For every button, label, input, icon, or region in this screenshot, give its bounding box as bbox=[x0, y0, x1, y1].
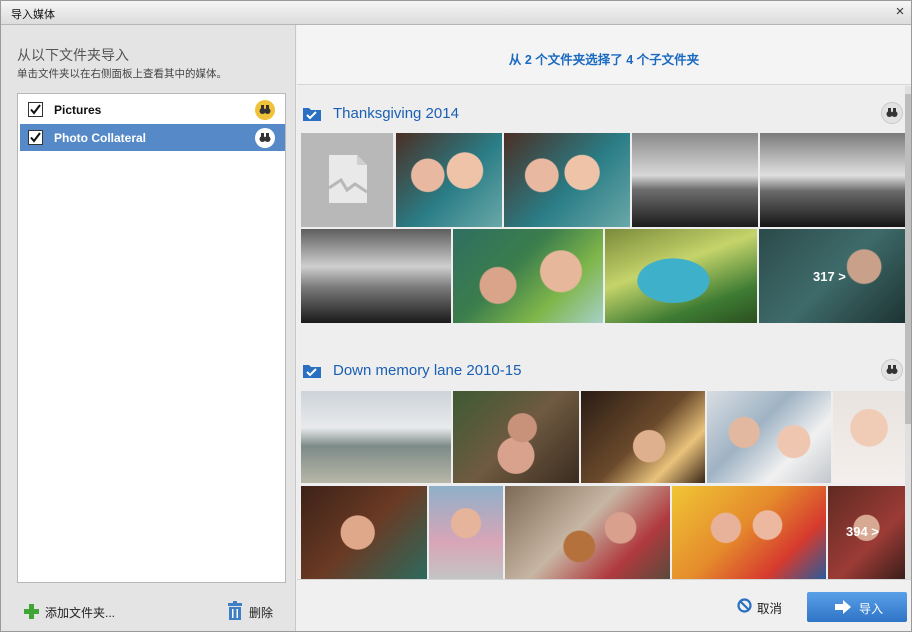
import-arrow-icon bbox=[835, 600, 851, 614]
media-thumbnail[interactable] bbox=[453, 391, 579, 483]
media-thumbnail[interactable] bbox=[429, 486, 503, 579]
media-thumbnail[interactable] bbox=[505, 486, 670, 579]
binoculars-icon[interactable] bbox=[881, 102, 903, 124]
folder-panel: 从以下文件夹导入 单击文件夹以在右侧面板上查看其中的媒体。 Pictures P… bbox=[1, 25, 296, 631]
scrollbar-thumb[interactable] bbox=[905, 94, 911, 424]
trash-icon bbox=[227, 601, 243, 621]
checkbox-checked-icon[interactable] bbox=[28, 102, 43, 117]
media-thumbnail[interactable] bbox=[301, 486, 427, 579]
folder-panel-footer: 添加文件夹... 删除 bbox=[1, 591, 296, 631]
media-thumbnail[interactable] bbox=[707, 391, 831, 483]
broken-image-icon[interactable] bbox=[301, 133, 393, 227]
import-button[interactable]: 导入 bbox=[807, 592, 907, 622]
folder-item-photo-collateral[interactable]: Photo Collateral bbox=[20, 124, 285, 151]
media-thumbnail[interactable] bbox=[581, 391, 705, 483]
folder-panel-hint: 单击文件夹以在右侧面板上查看其中的媒体。 bbox=[17, 68, 227, 80]
binoculars-icon[interactable] bbox=[255, 128, 275, 148]
cancel-button[interactable]: 取消 bbox=[737, 596, 799, 618]
media-thumbnail[interactable]: 317 > bbox=[759, 229, 905, 323]
add-folder-label: 添加文件夹... bbox=[45, 606, 116, 620]
close-icon[interactable]: × bbox=[891, 3, 909, 21]
window-title: 导入媒体 bbox=[11, 9, 55, 21]
import-media-dialog: 导入媒体 × 从以下文件夹导入 单击文件夹以在右侧面板上查看其中的媒体。 Pic… bbox=[0, 0, 912, 632]
selection-summary: 从 2 个文件夹选择了 4 个子文件夹 bbox=[297, 25, 911, 85]
media-scrollbar[interactable] bbox=[905, 86, 911, 579]
media-thumbnail[interactable] bbox=[301, 229, 451, 323]
folder-checked-icon[interactable] bbox=[303, 363, 321, 378]
dialog-footer: 取消 导入 bbox=[297, 579, 911, 631]
media-group-title: Down memory lane 2010-15 bbox=[333, 362, 522, 379]
media-group-title: Thanksgiving 2014 bbox=[333, 105, 459, 122]
media-panel: 从 2 个文件夹选择了 4 个子文件夹 Thanksgiving 2014 31… bbox=[297, 25, 911, 631]
binoculars-icon[interactable] bbox=[881, 359, 903, 381]
selection-summary-text: 从 2 个文件夹选择了 4 个子文件夹 bbox=[508, 53, 700, 67]
media-thumbnail[interactable] bbox=[632, 133, 758, 227]
delete-label: 删除 bbox=[249, 606, 274, 620]
folder-item-pictures[interactable]: Pictures bbox=[20, 96, 285, 123]
media-thumbnail[interactable] bbox=[396, 133, 502, 227]
more-count-label: 317 > bbox=[813, 269, 846, 284]
import-label: 导入 bbox=[859, 602, 884, 616]
media-thumbnail[interactable] bbox=[672, 486, 826, 579]
media-thumbnail[interactable] bbox=[504, 133, 630, 227]
media-group-header: Thanksgiving 2014 bbox=[303, 102, 903, 126]
title-bar: 导入媒体 × bbox=[1, 1, 911, 25]
cancel-label: 取消 bbox=[757, 602, 783, 616]
media-thumbnail[interactable] bbox=[453, 229, 603, 323]
folder-label: Pictures bbox=[54, 103, 102, 117]
media-group-header: Down memory lane 2010-15 bbox=[303, 359, 903, 383]
media-thumbnail[interactable] bbox=[605, 229, 757, 323]
media-thumbnail[interactable] bbox=[833, 391, 905, 483]
media-thumbnail[interactable] bbox=[301, 391, 451, 483]
media-thumbnail[interactable] bbox=[760, 133, 905, 227]
folder-list: Pictures Photo Collateral bbox=[17, 93, 286, 583]
media-thumbnail[interactable]: 394 > bbox=[828, 486, 905, 579]
folder-label: Photo Collateral bbox=[54, 131, 147, 145]
folder-checked-icon[interactable] bbox=[303, 106, 321, 121]
more-count-label: 394 > bbox=[846, 524, 879, 539]
folder-panel-heading: 从以下文件夹导入 bbox=[17, 47, 129, 63]
cancel-icon bbox=[737, 598, 752, 613]
plus-icon bbox=[23, 603, 40, 620]
checkbox-checked-icon[interactable] bbox=[28, 130, 43, 145]
binoculars-icon[interactable] bbox=[255, 100, 275, 120]
delete-button[interactable]: 删除 bbox=[227, 601, 287, 623]
media-preview-area: Thanksgiving 2014 317 > Down memory lane… bbox=[297, 86, 911, 579]
